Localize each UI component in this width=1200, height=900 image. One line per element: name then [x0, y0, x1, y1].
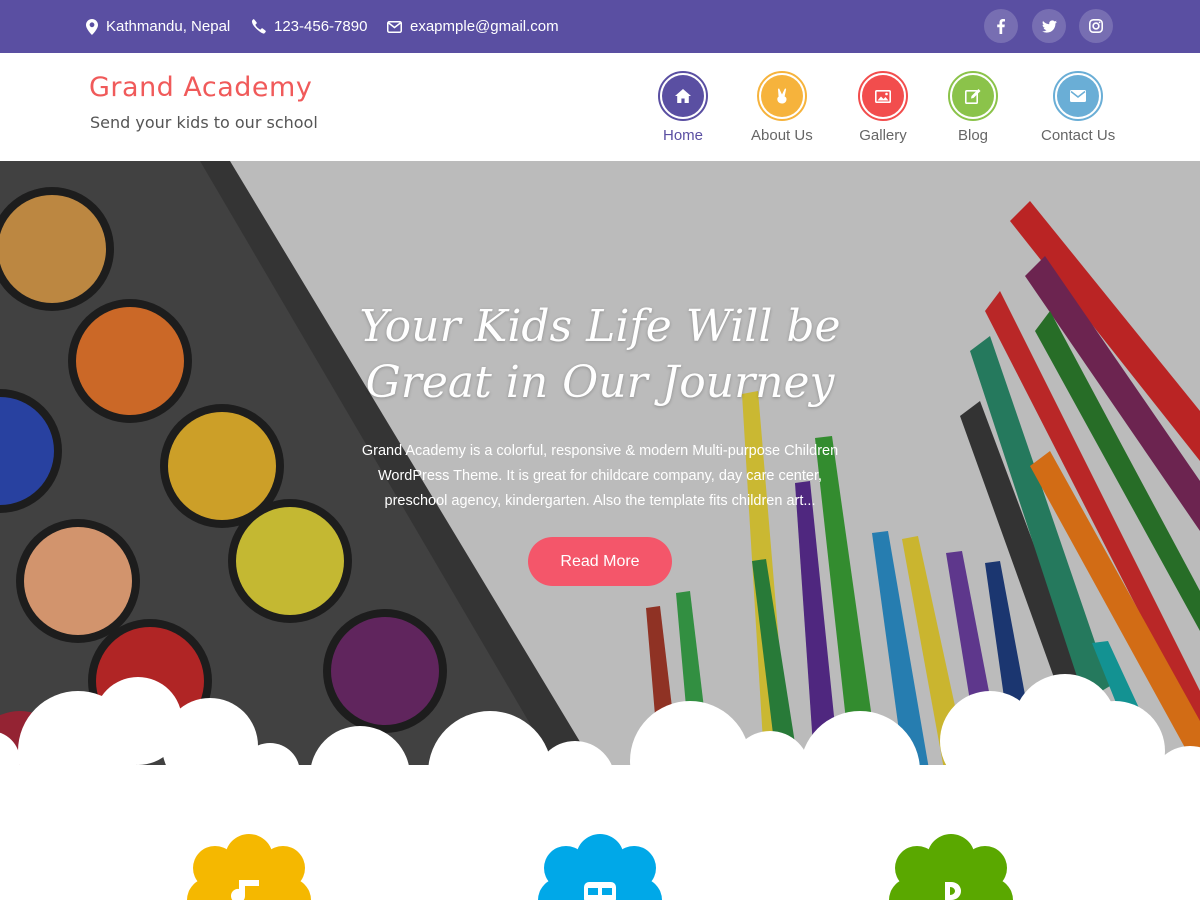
hand-icon — [777, 88, 787, 104]
nav-label-about-us: About Us — [751, 127, 813, 144]
nav-contact-ring — [1053, 71, 1104, 121]
feature-card-3[interactable] — [889, 834, 1013, 900]
nav-gallery-ring — [858, 71, 908, 121]
feature-cloud-2 — [538, 834, 662, 900]
read-more-button[interactable]: Read More — [528, 537, 672, 586]
hero-title-line-2: Great in Our Journey — [365, 357, 835, 408]
hero-description: Grand Academy is a colorful, responsive … — [361, 443, 839, 509]
twitter-button[interactable] — [1032, 9, 1066, 43]
site-title[interactable]: Grand Academy — [89, 72, 312, 103]
nav-about-ring — [756, 71, 807, 121]
email-info: exapmple@gmail.com — [387, 0, 559, 53]
facebook-button[interactable] — [984, 9, 1018, 43]
nav-item-gallery[interactable]: Gallery — [858, 71, 908, 144]
nav-item-blog[interactable]: Blog — [948, 71, 998, 144]
feature-cloud-1 — [187, 834, 311, 900]
site-header: Grand Academy Send your kids to our scho… — [0, 53, 1200, 161]
site-tagline: Send your kids to our school — [90, 113, 318, 132]
nav-label-gallery: Gallery — [859, 127, 907, 144]
nav-about-dot — [760, 75, 803, 117]
twitter-icon — [1041, 19, 1057, 33]
nav-home-ring — [658, 71, 708, 121]
nav-label-contact-us: Contact Us — [1041, 127, 1116, 144]
location-text: Kathmandu, Nepal — [106, 18, 231, 35]
image-icon — [875, 89, 891, 103]
feature-card-1[interactable] — [187, 834, 311, 900]
feature-card-2[interactable] — [538, 834, 662, 900]
facebook-icon — [997, 18, 1005, 34]
email-text: exapmple@gmail.com — [410, 18, 559, 35]
phone-info: 123-456-7890 — [251, 0, 367, 53]
nav-gallery-dot — [862, 75, 904, 117]
phone-text: 123-456-7890 — [274, 18, 368, 35]
nav-label-blog: Blog — [957, 127, 989, 144]
location-info: Kathmandu, Nepal — [86, 0, 230, 53]
nav-label-home: Home — [662, 127, 703, 144]
top-bar: Kathmandu, Nepal 123-456-7890 exapmple@g… — [0, 0, 1200, 53]
nav-item-about-us[interactable]: About Us — [751, 71, 813, 144]
nav-item-contact-us[interactable]: Contact Us — [1041, 71, 1115, 144]
instagram-button[interactable] — [1079, 9, 1113, 43]
bus-icon — [584, 882, 616, 900]
hero-title: Your Kids Life Will be Great in Our Jour… — [300, 299, 900, 411]
phone-icon — [251, 19, 266, 34]
nav-blog-dot — [952, 75, 994, 117]
nav-contact-dot — [1057, 75, 1100, 117]
nav-blog-ring — [948, 71, 998, 121]
envelope-icon — [387, 20, 402, 33]
map-marker-icon — [86, 18, 98, 35]
hero-banner: Your Kids Life Will be Great in Our Jour… — [0, 161, 1200, 775]
nav-item-home[interactable]: Home — [658, 71, 708, 144]
edit-icon — [965, 89, 981, 104]
hero-title-line-1: Your Kids Life Will be — [359, 301, 841, 352]
home-icon — [675, 89, 691, 103]
nav-home-dot — [662, 75, 704, 117]
feature-cloud-3 — [889, 834, 1013, 900]
envelope-icon — [1070, 90, 1087, 102]
instagram-icon — [1089, 19, 1103, 33]
